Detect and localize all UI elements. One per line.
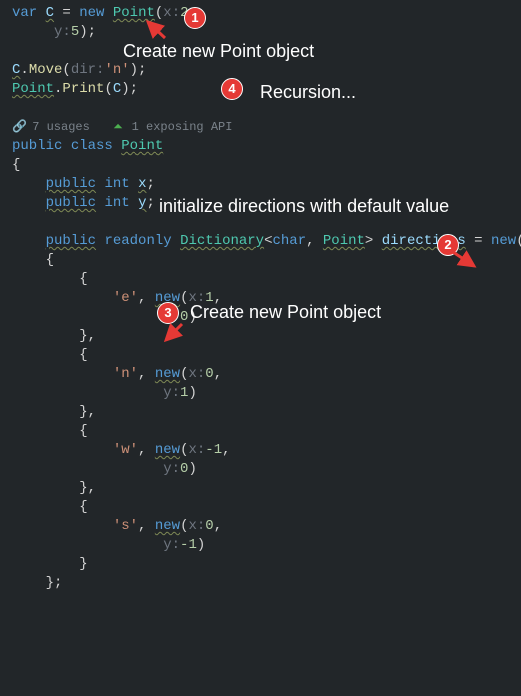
dict-entry-s: { 's', new(x:0, y:-1) } [12, 499, 222, 572]
code-line-field-x: public int x; [12, 176, 155, 192]
dict-entry-n: { 'n', new(x:0, y:1) }, [12, 347, 222, 420]
code-line-2: y:5); [12, 24, 96, 40]
code-line-field-y: public int y; [12, 195, 155, 211]
code-editor[interactable]: var C = new Point(x:2, y:5); C.Move(dir:… [0, 0, 521, 593]
dict-entry-w: { 'w', new(x:-1, y:0) }, [12, 423, 231, 496]
code-line-5: Point.Print(C); [12, 81, 138, 97]
code-line-class: public class Point [12, 138, 163, 154]
hierarchy-icon: ⏶ [111, 118, 124, 137]
code-line-1: var C = new Point(x:2, [12, 5, 197, 21]
code-line-4: C.Move(dir:'n'); [12, 62, 146, 78]
code-line-directions: public readonly Dictionary<char, Point> … [12, 233, 521, 249]
dict-entry-e: { 'e', new(x:1, y:0) }, [12, 271, 222, 344]
code-hint-row: 🔗 7 usages ⏶ 1 exposing API [12, 120, 232, 134]
link-icon: 🔗 [12, 118, 25, 137]
